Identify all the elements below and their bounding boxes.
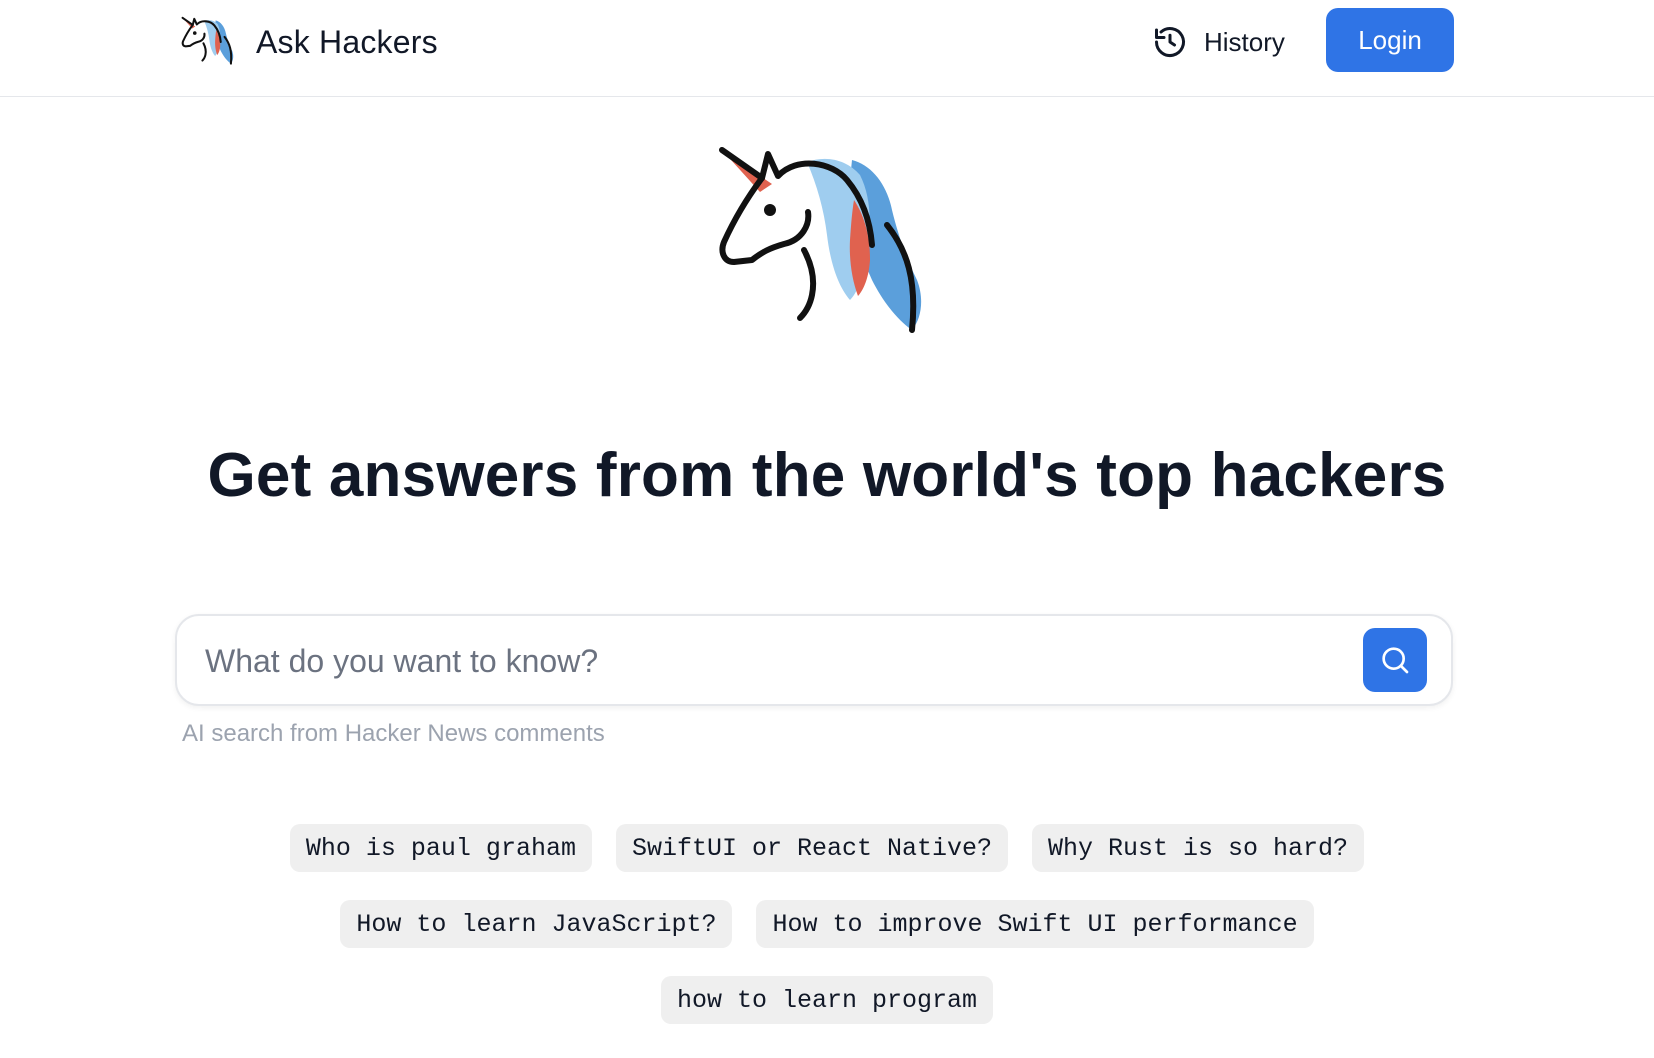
- login-button[interactable]: Login: [1326, 8, 1454, 72]
- search-icon: [1382, 647, 1409, 674]
- search-input[interactable]: [203, 632, 1307, 690]
- suggestions-row: How to learn JavaScript? How to improve …: [0, 900, 1654, 948]
- history-label: History: [1204, 26, 1285, 57]
- search-box: [175, 614, 1453, 706]
- search-caption: AI search from Hacker News comments: [182, 720, 605, 747]
- top-navbar: Ask Hackers History Login: [0, 0, 1654, 97]
- unicorn-icon: [181, 16, 234, 65]
- suggestion-chip[interactable]: Why Rust is so hard?: [1032, 824, 1365, 872]
- brand-name: Ask Hackers: [256, 23, 438, 60]
- suggestion-chip[interactable]: How to learn JavaScript?: [340, 900, 733, 948]
- history-button[interactable]: History: [1152, 20, 1285, 64]
- suggestions-row: how to learn program: [0, 976, 1654, 1024]
- search-button[interactable]: [1363, 628, 1427, 692]
- unicorn-icon: [719, 147, 922, 333]
- page-title: Get answers from the world's top hackers: [207, 441, 1447, 510]
- suggestion-chip[interactable]: Who is paul graham: [289, 824, 592, 872]
- brand-link[interactable]: Ask Hackers: [180, 14, 438, 70]
- suggestion-chip[interactable]: how to learn program: [660, 976, 994, 1024]
- history-icon: [1155, 27, 1185, 58]
- suggestions-row: Who is paul graham SwiftUI or React Nati…: [0, 824, 1654, 872]
- suggestion-chip[interactable]: How to improve Swift UI performance: [756, 900, 1314, 948]
- suggestion-chip[interactable]: SwiftUI or React Native?: [615, 824, 1009, 872]
